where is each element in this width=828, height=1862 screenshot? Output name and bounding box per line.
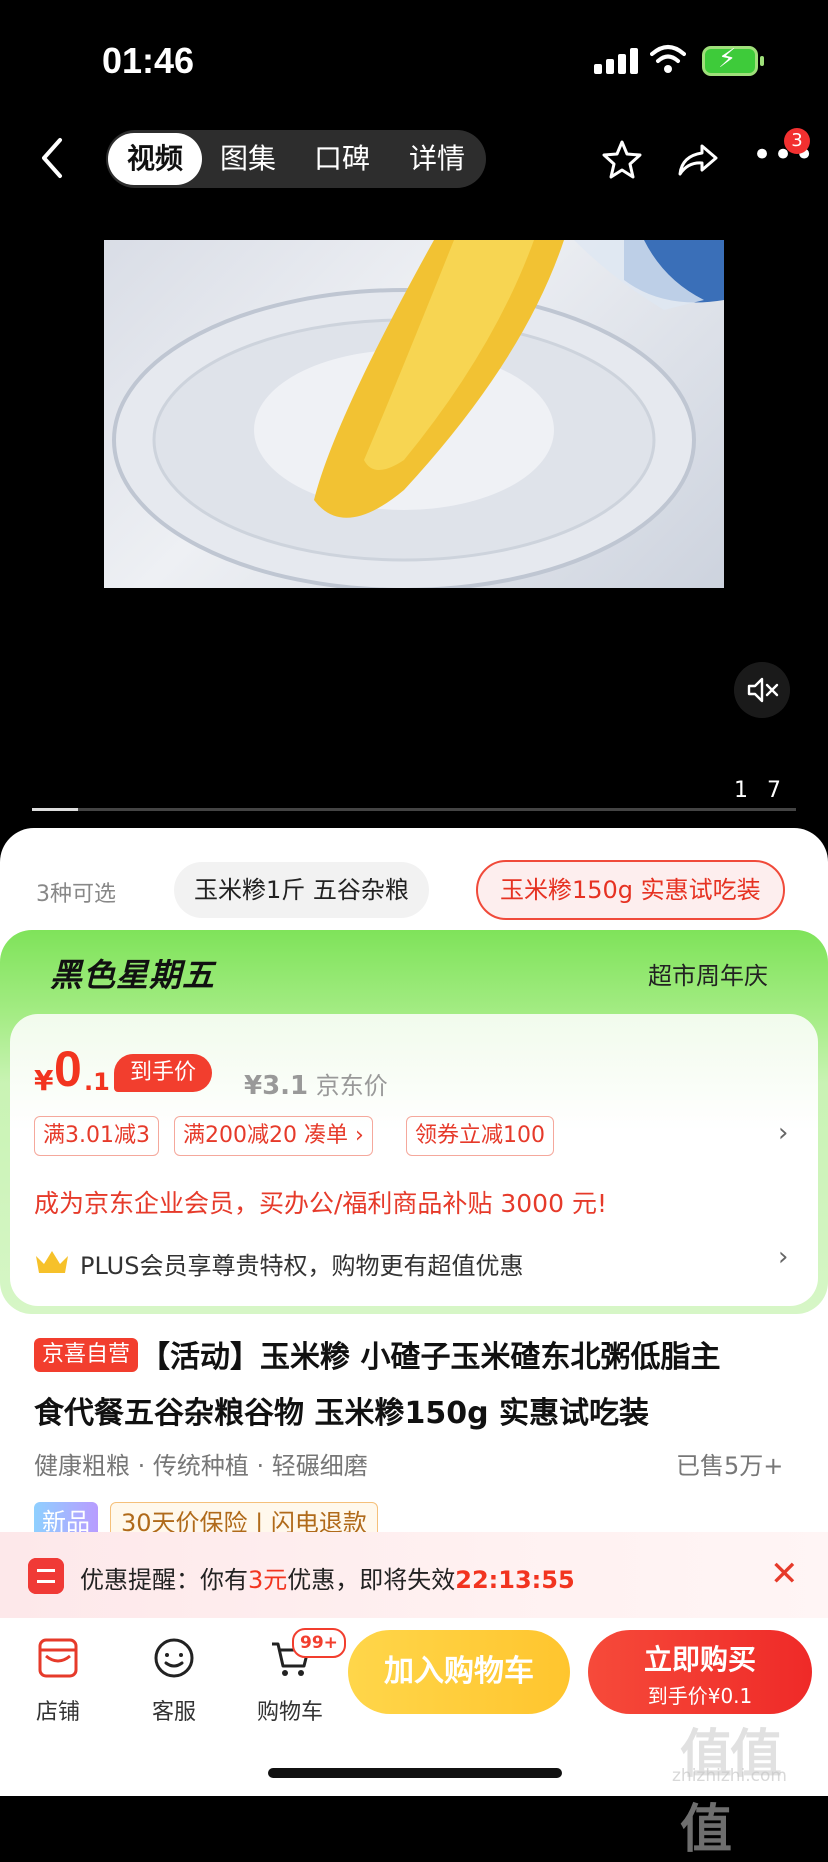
chevron-right-icon[interactable]: ›	[778, 1118, 788, 1148]
video-frame-image	[112, 240, 724, 588]
promo-event-label: 超市周年庆	[648, 962, 768, 990]
variant-count: 3种可选	[36, 882, 116, 907]
buy-now-price: 到手价¥0.1	[647, 1684, 753, 1708]
wifi-icon	[650, 45, 686, 73]
customer-service-button[interactable]: 客服	[134, 1636, 214, 1726]
store-button[interactable]: 店铺	[18, 1636, 98, 1726]
cart-label: 购物车	[256, 1700, 323, 1725]
sold-count: 已售5万+	[676, 1452, 784, 1480]
favorite-star-icon[interactable]	[600, 138, 644, 182]
coupon-tag[interactable]: 领券立减100	[406, 1116, 554, 1156]
variant-option[interactable]: 玉米糁1斤 五谷杂粮	[174, 862, 429, 918]
charging-bolt-icon: ⚡	[718, 44, 737, 74]
buy-now-label: 立即购买	[643, 1643, 756, 1676]
video-progress-track[interactable]	[32, 808, 796, 811]
product-title: 【活动】玉米糁 小碴子玉米碴东北粥低脂主	[140, 1340, 721, 1375]
price-decimal: .1	[84, 1068, 110, 1096]
tab-video[interactable]: 视频	[108, 130, 202, 188]
add-to-cart-button[interactable]: 加入购物车	[348, 1630, 570, 1714]
media-page-counter: 1 7	[734, 778, 781, 803]
watermark-url: zhizhizhi.com	[672, 1766, 787, 1786]
product-video[interactable]	[104, 240, 724, 588]
status-time: 01:46	[102, 40, 195, 81]
plus-member-offer[interactable]: PLUS会员享尊贵特权，购物更有超值优惠	[80, 1246, 523, 1281]
final-price-tag: 到手价	[114, 1054, 213, 1092]
close-icon[interactable]: ✕	[770, 1554, 799, 1594]
share-icon[interactable]	[676, 140, 720, 180]
original-price: ¥3.1 京东价	[244, 1071, 388, 1101]
buy-now-button[interactable]: 立即购买 到手价¥0.1	[588, 1630, 812, 1714]
home-indicator	[268, 1768, 562, 1778]
product-title-continued: 食代餐五谷杂粮谷物 玉米糁150g 实惠试吃装	[34, 1396, 649, 1431]
video-progress-fill	[32, 808, 78, 811]
store-label: 店铺	[35, 1700, 80, 1725]
service-label: 客服	[151, 1700, 196, 1725]
crown-icon	[36, 1251, 68, 1273]
tab-reviews[interactable]: 口碑	[302, 130, 382, 188]
self-operated-badge: 京喜自营	[34, 1338, 139, 1372]
enterprise-member-offer[interactable]: 成为京东企业会员，买办公/福利商品补贴 3000 元!	[34, 1184, 607, 1220]
battery-nub	[760, 56, 764, 66]
cart-count-badge: 99+	[292, 1628, 346, 1658]
back-icon[interactable]	[36, 136, 70, 180]
chevron-right-icon[interactable]: ›	[778, 1242, 788, 1272]
chat-icon	[154, 1638, 194, 1678]
variant-option-selected[interactable]: 玉米糁150g 实惠试吃装	[476, 860, 785, 920]
store-icon	[38, 1638, 78, 1678]
watermark-logo: 值值值	[680, 1725, 782, 1860]
coupon-tag[interactable]: 满200减20 凑单 ›	[174, 1116, 373, 1156]
coupon-tag[interactable]: 满3.01减3	[34, 1116, 159, 1156]
coupon-reminder-icon	[28, 1558, 64, 1594]
promo-title: 黑色星期五	[50, 956, 216, 994]
product-features: 健康粗粮 · 传统种植 · 轻碾细磨	[34, 1452, 368, 1480]
tab-details[interactable]: 详情	[396, 130, 478, 188]
signal-icon	[594, 48, 638, 74]
tab-gallery[interactable]: 图集	[208, 130, 288, 188]
coupon-reminder-text: 优惠提醒：你有3元优惠，即将失效22:13:55	[80, 1566, 575, 1594]
notification-badge: 3	[784, 128, 810, 154]
price-integer: 0	[54, 1041, 82, 1097]
price-currency: ¥	[34, 1064, 54, 1097]
mute-icon[interactable]	[734, 662, 790, 718]
